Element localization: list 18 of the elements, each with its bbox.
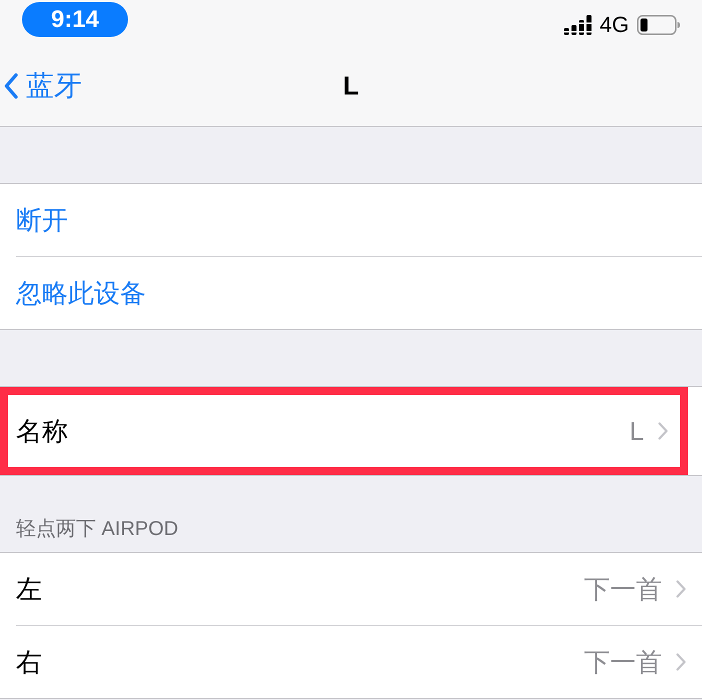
nav-title: L xyxy=(343,70,359,102)
signal-icon xyxy=(564,15,592,35)
chevron-right-icon xyxy=(658,422,668,440)
network-label: 4G xyxy=(600,12,629,38)
row-value: L xyxy=(630,416,644,446)
chevron-left-icon xyxy=(4,73,18,99)
row-value: 下一首 xyxy=(584,646,662,678)
row-label: 右 xyxy=(16,646,43,678)
row-value: 下一首 xyxy=(584,572,662,606)
chevron-right-icon xyxy=(676,653,686,671)
status-time: 9:14 xyxy=(22,2,128,37)
row-label: 名称 xyxy=(16,414,69,448)
chevron-right-icon xyxy=(676,580,686,598)
row-label: 左 xyxy=(16,572,43,606)
settings-row[interactable]: 名称 L xyxy=(0,387,688,475)
section-header: 轻点两下 AIRPOD xyxy=(16,517,178,542)
battery-icon xyxy=(637,15,680,35)
back-button[interactable]: 蓝牙 xyxy=(0,67,82,105)
